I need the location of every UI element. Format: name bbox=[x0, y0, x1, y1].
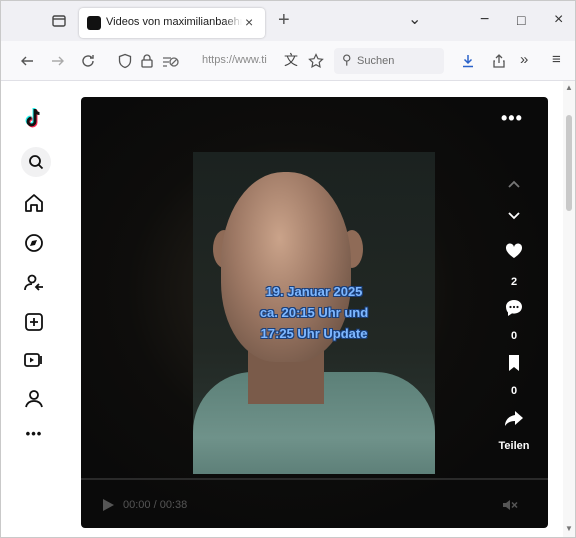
search-placeholder: Suchen bbox=[357, 55, 395, 67]
comment-icon[interactable] bbox=[504, 298, 524, 318]
translate-icon[interactable]: 文 bbox=[284, 51, 298, 69]
tab-close-icon[interactable]: × bbox=[245, 15, 253, 29]
tiktok-sidebar: ••• bbox=[1, 81, 67, 537]
search-field[interactable]: ⚲ Suchen bbox=[334, 48, 444, 74]
page-scrollbar[interactable]: ▲ ▼ bbox=[563, 81, 575, 537]
minimize-button[interactable]: − bbox=[480, 11, 489, 29]
home-icon[interactable] bbox=[21, 190, 47, 216]
list-all-tabs-icon[interactable]: ⌄ bbox=[408, 11, 421, 29]
play-icon[interactable] bbox=[100, 497, 116, 513]
tab-bar: Videos von maximilianbaehring × + ⌄ − □ … bbox=[1, 1, 575, 41]
app-menu-icon[interactable]: ≡ bbox=[552, 51, 561, 69]
downloads-icon[interactable] bbox=[460, 53, 476, 69]
comments-count: 0 bbox=[510, 330, 518, 342]
saves-count: 0 bbox=[510, 385, 518, 397]
upload-icon[interactable] bbox=[21, 309, 47, 335]
bookmark-star-icon[interactable] bbox=[308, 53, 324, 69]
search-icon[interactable] bbox=[23, 149, 49, 175]
tiktok-favicon-icon bbox=[87, 16, 101, 30]
share-page-icon[interactable] bbox=[491, 53, 507, 69]
next-video-chevron-down-icon[interactable] bbox=[504, 205, 524, 225]
more-tools-icon[interactable]: » bbox=[520, 51, 528, 69]
back-arrow-icon[interactable] bbox=[19, 53, 35, 69]
likes-count: 2 bbox=[510, 276, 518, 288]
navigation-bar: https://www.ti 文 ⚲ Suchen » ≡ bbox=[1, 41, 575, 81]
search-icon: ⚲ bbox=[342, 52, 352, 67]
permissions-icon[interactable] bbox=[161, 53, 179, 69]
lock-icon[interactable] bbox=[139, 53, 155, 69]
more-icon[interactable]: ••• bbox=[21, 420, 47, 446]
overlay-line-2: ca. 20:15 Uhr und bbox=[259, 305, 369, 320]
tab-overview-icon[interactable] bbox=[50, 12, 68, 30]
tiktok-logo-icon[interactable] bbox=[21, 105, 47, 131]
previous-video-chevron-up-icon[interactable] bbox=[504, 175, 524, 195]
video-player[interactable]: 19. Januar 2025 ca. 20:15 Uhr und 17:25 … bbox=[81, 97, 548, 528]
explore-compass-icon[interactable] bbox=[21, 230, 47, 256]
video-frame: 19. Januar 2025 ca. 20:15 Uhr und 17:25 … bbox=[193, 152, 435, 474]
like-heart-icon[interactable] bbox=[504, 241, 524, 261]
tracking-shield-icon[interactable] bbox=[117, 53, 133, 69]
following-icon[interactable] bbox=[21, 270, 47, 296]
save-bookmark-icon[interactable] bbox=[504, 353, 524, 373]
live-icon[interactable] bbox=[21, 347, 47, 373]
video-more-options-icon[interactable]: ••• bbox=[501, 109, 523, 127]
scroll-up-arrow-icon[interactable]: ▲ bbox=[565, 83, 573, 92]
browser-window: Videos von maximilianbaehring × + ⌄ − □ … bbox=[0, 0, 576, 538]
overlay-line-3: 17:25 Uhr Update bbox=[260, 326, 368, 341]
maximize-button[interactable]: □ bbox=[517, 11, 525, 29]
overlay-line-1: 19. Januar 2025 bbox=[265, 284, 363, 299]
mute-speaker-icon[interactable] bbox=[501, 497, 519, 513]
forward-arrow-icon[interactable] bbox=[50, 53, 66, 69]
share-label[interactable]: Teilen bbox=[490, 440, 538, 452]
video-progress-track[interactable] bbox=[81, 478, 548, 480]
share-arrow-icon[interactable] bbox=[504, 408, 524, 428]
close-window-button[interactable]: × bbox=[554, 11, 563, 29]
video-time: 00:00 / 00:38 bbox=[123, 499, 188, 511]
active-tab[interactable]: Videos von maximilianbaehring × bbox=[79, 8, 265, 38]
reload-icon[interactable] bbox=[80, 53, 96, 69]
tab-title: Videos von maximilianbaehring bbox=[106, 16, 242, 28]
scrollbar-thumb[interactable] bbox=[566, 115, 572, 211]
url-text[interactable]: https://www.ti bbox=[202, 54, 267, 66]
scroll-down-arrow-icon[interactable]: ▼ bbox=[565, 524, 573, 533]
profile-icon[interactable] bbox=[21, 386, 47, 412]
new-tab-button[interactable]: + bbox=[278, 10, 290, 30]
